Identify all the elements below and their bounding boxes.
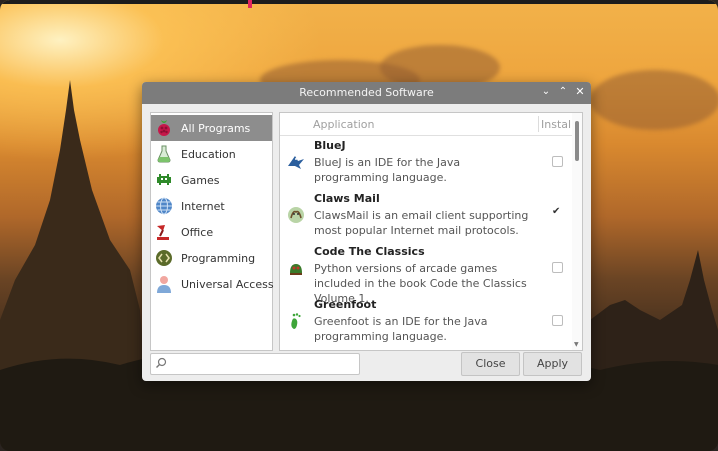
category-internet[interactable]: Internet	[151, 193, 272, 219]
search-field[interactable]	[150, 353, 360, 375]
maximize-icon[interactable]: ⌃	[556, 85, 570, 99]
flask-icon	[157, 145, 171, 163]
app-name: Claws Mail	[314, 192, 380, 205]
green-foot-icon	[291, 313, 301, 329]
close-button[interactable]: Close	[461, 352, 520, 376]
category-office[interactable]: Office	[151, 219, 272, 245]
category-label: Education	[181, 148, 236, 161]
person-icon	[157, 276, 171, 293]
app-description: Greenfoot is an IDE for the Java program…	[314, 315, 488, 343]
category-label: Internet	[181, 200, 225, 213]
app-name: BlueJ	[314, 139, 346, 152]
category-label: Programming	[181, 252, 256, 265]
list-header: Application Install	[280, 113, 574, 136]
install-checkbox[interactable]	[552, 156, 563, 167]
minimize-icon[interactable]: ⌄	[539, 85, 553, 99]
apply-button[interactable]: Apply	[523, 352, 582, 376]
install-checkbox[interactable]	[552, 315, 563, 326]
recommended-software-window: Recommended Software ⌄ ⌃ ✕ All Programs …	[142, 82, 591, 381]
app-row-bluej[interactable]: BlueJ BlueJ is an IDE for the Java progr…	[280, 136, 572, 189]
category-programming[interactable]: Programming	[151, 245, 272, 271]
column-header-application[interactable]: Application	[313, 118, 374, 131]
app-name: Greenfoot	[314, 298, 377, 311]
close-icon[interactable]: ✕	[573, 85, 587, 99]
desk-lamp-icon	[157, 225, 169, 240]
category-label: Office	[181, 226, 214, 239]
install-checkbox[interactable]	[552, 262, 563, 273]
category-label: Universal Access	[181, 278, 274, 291]
title-bar[interactable]: Recommended Software ⌄ ⌃ ✕	[142, 82, 591, 104]
vertical-scrollbar[interactable]: ▼	[572, 113, 582, 350]
install-checkbox-checked[interactable]	[552, 206, 561, 218]
game-character-icon	[290, 264, 302, 275]
search-icon	[156, 357, 167, 368]
scroll-down-arrow-icon[interactable]: ▼	[574, 341, 579, 348]
category-education[interactable]: Education	[151, 141, 272, 167]
scrollbar-thumb[interactable]	[575, 121, 579, 161]
app-row-greenfoot[interactable]: Greenfoot Greenfoot is an IDE for the Ja…	[280, 295, 572, 348]
app-row-code-the-classics[interactable]: Code The Classics Python versions of arc…	[280, 242, 572, 305]
window-title: Recommended Software	[299, 86, 434, 99]
app-description: BlueJ is an IDE for the Java programming…	[314, 156, 461, 184]
wallpaper-cloud	[590, 70, 718, 130]
bird-icon	[288, 156, 304, 169]
application-list[interactable]: Application Install BlueJ BlueJ is an ID…	[279, 112, 583, 351]
category-universal-access[interactable]: Universal Access	[151, 271, 274, 297]
column-separator	[538, 116, 539, 132]
alien-invader-icon	[157, 174, 171, 185]
category-games[interactable]: Games	[151, 167, 272, 193]
category-label: Games	[181, 174, 220, 187]
category-all-programs[interactable]: All Programs	[151, 115, 272, 141]
top-panel	[0, 0, 718, 4]
app-name: Code The Classics	[314, 245, 425, 258]
category-list: All Programs Education Games Internet Of…	[150, 112, 274, 351]
panel-accent	[248, 0, 252, 8]
globe-icon	[156, 197, 172, 215]
column-header-install[interactable]: Install	[541, 118, 574, 131]
claws-mail-icon	[288, 207, 304, 223]
app-description: ClawsMail is an email client supporting …	[314, 209, 529, 237]
code-gear-icon	[156, 250, 172, 266]
raspberry-icon	[158, 120, 170, 136]
category-label: All Programs	[181, 122, 251, 135]
app-row-claws-mail[interactable]: Claws Mail ClawsMail is an email client …	[280, 189, 572, 242]
